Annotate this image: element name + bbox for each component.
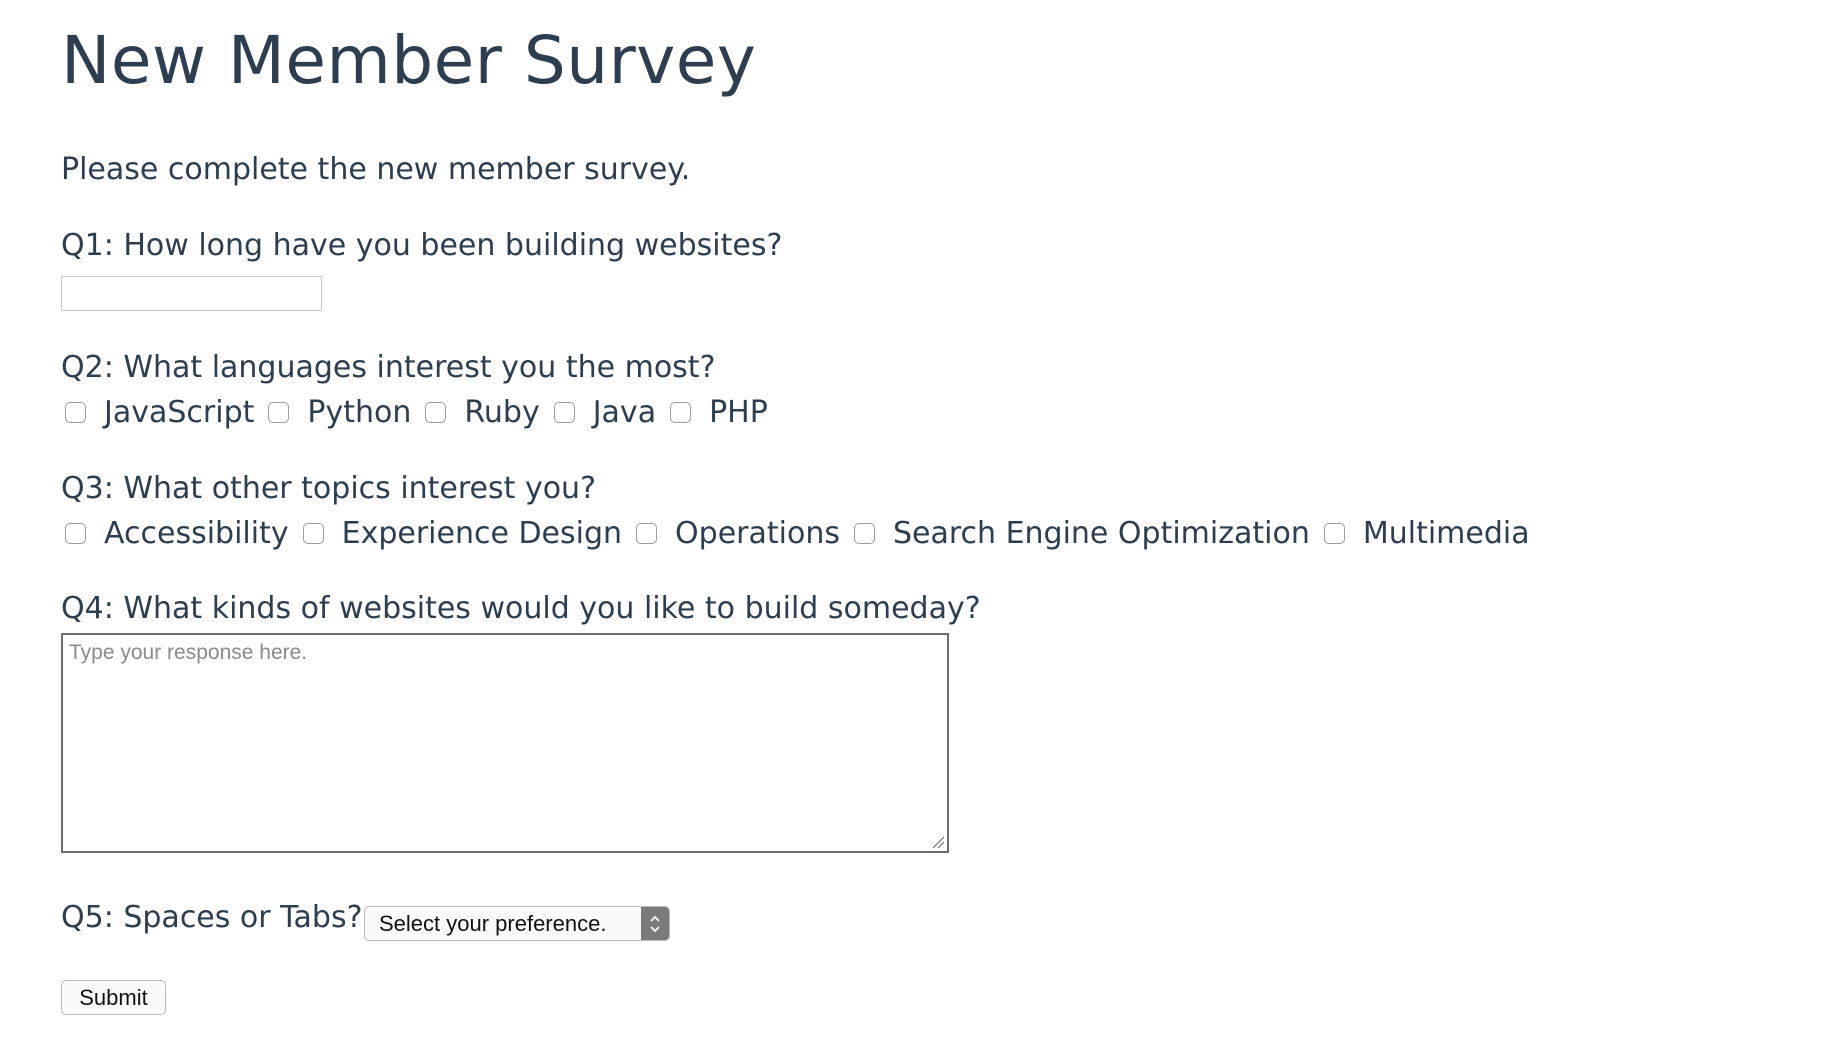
select-value: Select your preference. bbox=[379, 910, 607, 936]
q3-option-accessibility[interactable]: Accessibility bbox=[65, 516, 289, 551]
option-label: Experience Design bbox=[341, 516, 623, 551]
page-title: New Member Survey bbox=[61, 22, 757, 99]
q5-label: Q5: Spaces or Tabs? bbox=[61, 900, 363, 935]
q3-option-operations[interactable]: Operations bbox=[636, 516, 840, 551]
q3-option-experience-design[interactable]: Experience Design bbox=[302, 516, 623, 551]
q3-option-multimedia[interactable]: Multimedia bbox=[1323, 516, 1530, 551]
option-label: Multimedia bbox=[1362, 516, 1530, 551]
checkbox[interactable] bbox=[1323, 523, 1345, 544]
checkbox[interactable] bbox=[268, 402, 290, 423]
checkbox[interactable] bbox=[65, 402, 86, 423]
q4-textarea[interactable]: Type your response here. bbox=[61, 633, 949, 853]
checkbox[interactable] bbox=[853, 523, 875, 544]
option-label: PHP bbox=[709, 395, 768, 430]
checkbox[interactable] bbox=[425, 402, 447, 423]
q3-label: Q3: What other topics interest you? bbox=[61, 471, 596, 506]
q2-option-php[interactable]: PHP bbox=[670, 395, 768, 430]
submit-button[interactable]: Submit bbox=[61, 980, 166, 1015]
checkbox[interactable] bbox=[636, 523, 658, 544]
q2-option-python[interactable]: Python bbox=[268, 395, 411, 430]
checkbox[interactable] bbox=[670, 402, 692, 423]
intro-text: Please complete the new member survey. bbox=[61, 152, 691, 187]
checkbox[interactable] bbox=[553, 402, 575, 423]
textarea-placeholder: Type your response here. bbox=[69, 641, 308, 664]
option-label: Accessibility bbox=[104, 516, 289, 551]
option-label: Search Engine Optimization bbox=[892, 516, 1310, 551]
q2-option-ruby[interactable]: Ruby bbox=[425, 395, 540, 430]
option-label: Ruby bbox=[464, 395, 540, 430]
q1-label: Q1: How long have you been building webs… bbox=[61, 228, 783, 263]
option-label: Operations bbox=[675, 516, 840, 551]
q1-text-input[interactable] bbox=[61, 276, 322, 311]
q3-options: Accessibility Experience Design Operatio… bbox=[65, 516, 1544, 551]
option-label: JavaScript bbox=[104, 395, 255, 430]
q2-option-java[interactable]: Java bbox=[553, 395, 657, 430]
q2-label: Q2: What languages interest you the most… bbox=[61, 350, 716, 385]
option-label: Java bbox=[592, 395, 657, 430]
q4-label: Q4: What kinds of websites would you lik… bbox=[61, 591, 981, 626]
q2-options: JavaScript Python Ruby Java PHP bbox=[65, 395, 782, 430]
select-arrows-icon bbox=[641, 907, 669, 940]
q3-option-seo[interactable]: Search Engine Optimization bbox=[853, 516, 1310, 551]
option-label: Python bbox=[307, 395, 412, 430]
checkbox[interactable] bbox=[302, 523, 324, 544]
resize-grip-icon[interactable] bbox=[931, 835, 945, 849]
q2-option-javascript[interactable]: JavaScript bbox=[65, 395, 254, 430]
q5-select[interactable]: Select your preference. bbox=[364, 906, 670, 941]
checkbox[interactable] bbox=[65, 523, 86, 544]
